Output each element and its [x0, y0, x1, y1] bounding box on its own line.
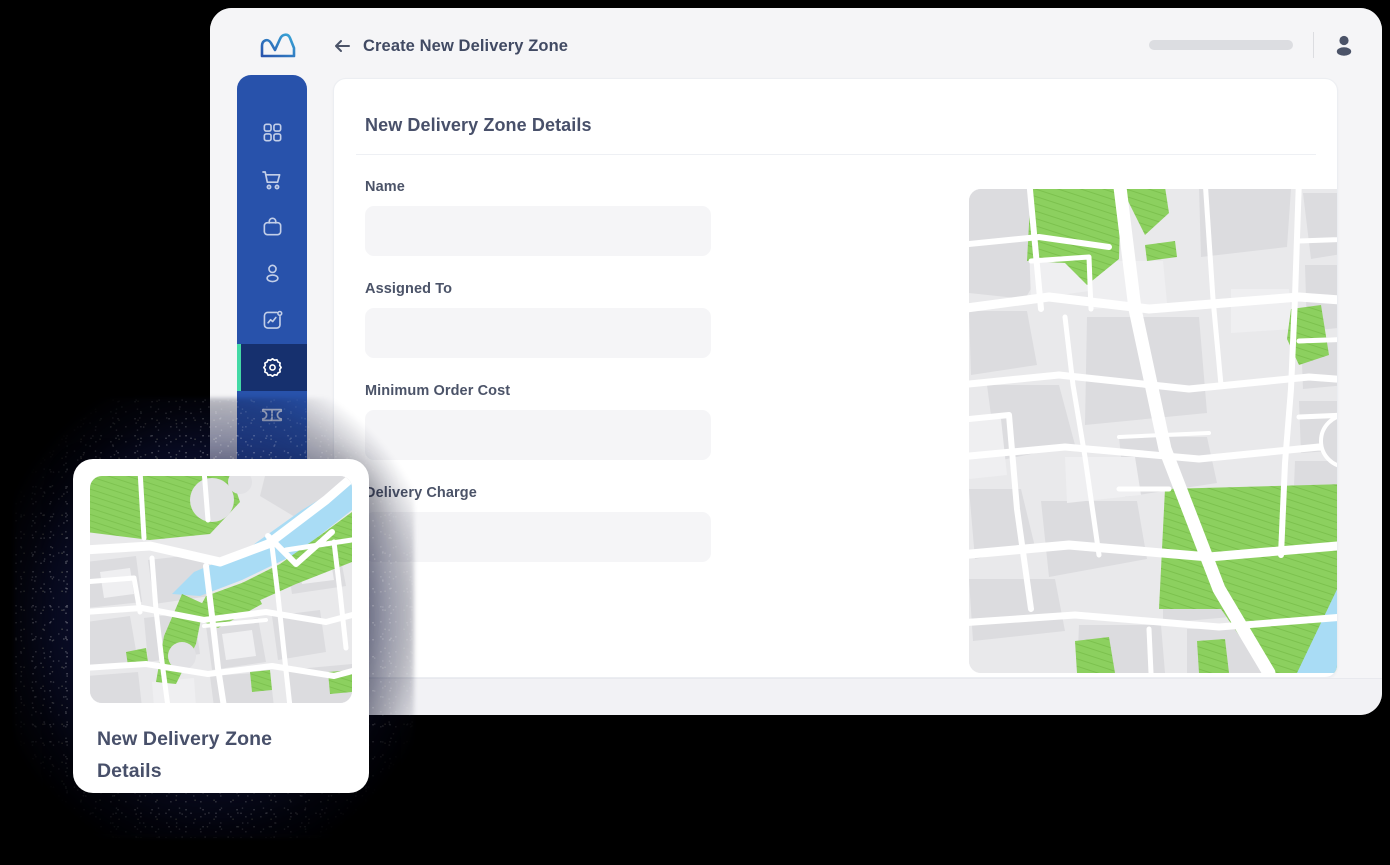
search-input[interactable]	[1149, 40, 1293, 50]
assigned-to-input[interactable]	[365, 308, 711, 358]
user-avatar-icon[interactable]	[1334, 34, 1354, 56]
page-title: Create New Delivery Zone	[363, 36, 569, 55]
sidebar-item-dashboard[interactable]	[237, 109, 307, 156]
field-label: Minimum Order Cost	[365, 383, 511, 399]
name-input[interactable]	[365, 206, 711, 256]
sidebar-item-customers[interactable]	[237, 250, 307, 297]
gear-icon	[261, 356, 284, 379]
header-divider	[1313, 32, 1314, 58]
delivery-zone-map-thumbnail[interactable]	[90, 476, 352, 703]
shopping-bag-icon	[261, 215, 284, 238]
sidebar-item-orders[interactable]	[237, 156, 307, 203]
sidebar-item-products[interactable]	[237, 203, 307, 250]
screenshot-stage: Create New Delivery Zone New Delivery Zo…	[0, 0, 1390, 865]
header-right-group	[1149, 32, 1354, 58]
sidebar-item-reports[interactable]	[237, 297, 307, 344]
floating-card-title: New Delivery Zone Details	[97, 728, 273, 782]
delivery-zone-map[interactable]	[969, 189, 1337, 673]
content-card: New Delivery Zone Details Name Assigned …	[333, 78, 1338, 678]
sidebar-item-settings[interactable]	[237, 344, 307, 391]
user-icon	[261, 262, 284, 285]
field-assigned-to: Assigned To	[365, 281, 711, 358]
section-title: New Delivery Zone Details	[365, 115, 592, 135]
grid-dashboard-icon	[261, 121, 284, 144]
field-label: Assigned To	[365, 281, 453, 297]
chart-square-icon	[261, 309, 284, 332]
app-header: Create New Delivery Zone	[210, 8, 1382, 76]
back-button[interactable]: Create New Delivery Zone	[332, 36, 568, 56]
field-name: Name	[365, 179, 711, 256]
shopping-cart-icon	[260, 168, 284, 192]
delivery-zone-form: Name Assigned To Minimum Order Cost Deli…	[365, 179, 711, 587]
field-label: Delivery Charge	[365, 485, 477, 501]
floating-card[interactable]: New Delivery Zone Details	[73, 459, 369, 793]
section-divider	[356, 154, 1316, 155]
field-label: Name	[365, 179, 405, 195]
minimum-order-cost-input[interactable]	[365, 410, 711, 460]
delivery-charge-input[interactable]	[365, 512, 711, 562]
field-minimum-order-cost: Minimum Order Cost	[365, 383, 711, 460]
brand-logo-icon[interactable]	[258, 30, 300, 60]
field-delivery-charge: Delivery Charge	[365, 485, 711, 562]
back-arrow-icon	[332, 36, 352, 56]
